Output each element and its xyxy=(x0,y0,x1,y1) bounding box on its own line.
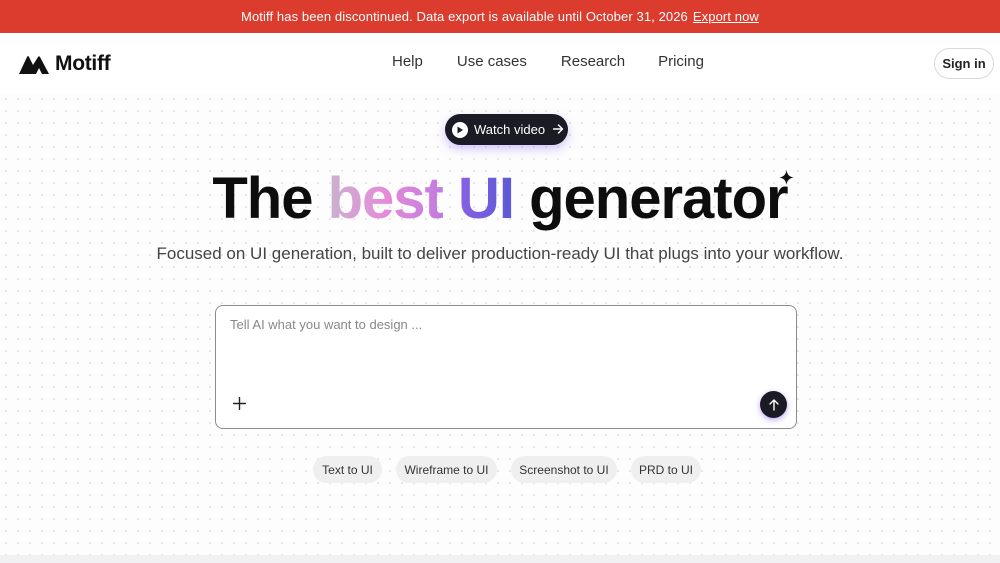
prompt-input[interactable] xyxy=(230,317,780,377)
sign-in-button[interactable]: Sign in xyxy=(934,48,994,79)
prompt-box xyxy=(215,305,797,429)
watch-video-label: Watch video xyxy=(474,122,546,137)
headline-part-the: The xyxy=(212,166,328,231)
chip-prd-to-ui[interactable]: PRD to UI xyxy=(631,456,701,483)
suggestion-chips: Text to UI Wireframe to UI Screenshot to… xyxy=(313,456,701,483)
play-icon xyxy=(452,121,468,138)
watch-video-button[interactable]: Watch video xyxy=(445,114,568,145)
banner-message: Motiff has been discontinued. Data expor… xyxy=(241,9,688,24)
headline-part-ui: UI xyxy=(457,166,515,231)
top-nav: Motiff Help Use cases Research Pricing S… xyxy=(0,33,1000,93)
logo-text: Motiff xyxy=(55,52,111,75)
send-button[interactable] xyxy=(760,391,787,418)
arrow-right-icon xyxy=(552,122,564,137)
nav-links: Help Use cases Research Pricing xyxy=(392,53,704,70)
nav-link-help[interactable]: Help xyxy=(392,53,423,70)
chip-text-to-ui[interactable]: Text to UI xyxy=(313,456,382,483)
logo[interactable]: Motiff xyxy=(19,52,111,75)
export-now-link[interactable]: Export now xyxy=(693,9,759,24)
headline-part-generator: generator xyxy=(513,166,789,231)
headline-part-best: best xyxy=(327,166,444,231)
sparkle-icon xyxy=(779,170,794,190)
headline-space xyxy=(443,166,458,231)
chip-wireframe-to-ui[interactable]: Wireframe to UI xyxy=(396,456,497,483)
hero-headline: The best UI generator xyxy=(0,166,1000,232)
nav-link-use-cases[interactable]: Use cases xyxy=(457,53,527,70)
hero-subtitle: Focused on UI generation, built to deliv… xyxy=(156,244,844,263)
nav-link-research[interactable]: Research xyxy=(561,53,625,70)
nav-link-pricing[interactable]: Pricing xyxy=(658,53,704,70)
motiff-logo-icon xyxy=(19,56,49,74)
plus-icon[interactable] xyxy=(230,394,248,412)
arrow-up-icon xyxy=(768,398,779,411)
announcement-banner: Motiff has been discontinued. Data expor… xyxy=(0,0,1000,33)
chip-screenshot-to-ui[interactable]: Screenshot to UI xyxy=(511,456,617,483)
section-divider xyxy=(0,555,1000,563)
